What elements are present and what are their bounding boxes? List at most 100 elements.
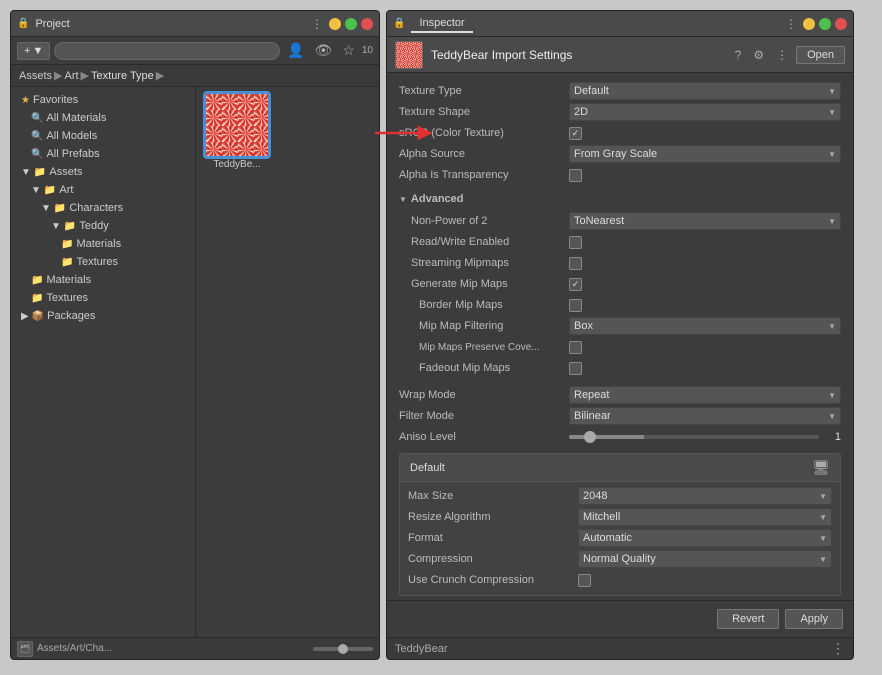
fadeout-mipmaps-checkbox[interactable] <box>569 362 582 375</box>
project-titlebar: 🔒 Project ⋮ <box>11 11 379 37</box>
nonpow2-dropdown[interactable]: ToNearest ▼ <box>569 212 841 230</box>
settings-icon-button[interactable]: ⚙ <box>749 46 768 64</box>
streaming-mipmaps-checkbox[interactable] <box>569 257 582 270</box>
person-icon-button[interactable]: 👤 <box>284 40 307 61</box>
close-button[interactable] <box>361 18 373 30</box>
tree-item-all-materials[interactable]: 🔍 All Materials <box>11 109 195 127</box>
project-toolbar: + ▼ 👤 👁 ☆ 10 <box>11 37 379 65</box>
inspector-tab[interactable]: Inspector <box>411 15 472 33</box>
count-badge: 10 <box>362 45 373 56</box>
inspector-footer: Revert Apply <box>387 600 853 637</box>
texture-type-value: Default ▼ <box>569 82 841 100</box>
filter-mode-dropdown[interactable]: Bilinear ▼ <box>569 407 841 425</box>
apply-button[interactable]: Apply <box>785 609 843 629</box>
resize-algorithm-dropdown-arrow: ▼ <box>819 513 827 522</box>
open-button[interactable]: Open <box>796 46 845 64</box>
crunch-compression-checkbox[interactable] <box>578 574 591 587</box>
tree-item-assets[interactable]: ▼ 📁 Assets <box>11 163 195 181</box>
resize-algorithm-dropdown[interactable]: Mitchell ▼ <box>578 508 832 526</box>
mipmaps-preserve-checkbox[interactable] <box>569 341 582 354</box>
mipmap-filtering-dropdown[interactable]: Box ▼ <box>569 317 841 335</box>
compression-label: Compression <box>408 553 578 565</box>
zoom-slider[interactable] <box>313 647 373 651</box>
header-actions: ? ⚙ ⋮ Open <box>731 46 845 64</box>
inspector-maximize-button[interactable] <box>819 18 831 30</box>
lock-icon: 🔒 <box>17 18 29 29</box>
mipmap-filtering-row: Mip Map Filtering Box ▼ <box>399 316 841 336</box>
eye-icon-button[interactable]: 👁 <box>312 40 336 61</box>
compression-dropdown[interactable]: Normal Quality ▼ <box>578 550 832 568</box>
mipmap-filtering-dropdown-arrow: ▼ <box>828 322 836 331</box>
teddy-texture-preview <box>206 94 268 156</box>
tree-item-textures[interactable]: 📁 Textures <box>11 289 195 307</box>
texture-type-dropdown-text: Default <box>574 85 609 97</box>
textures-label: Textures <box>46 292 88 304</box>
overflow-icon-button[interactable]: ⋮ <box>772 46 792 64</box>
inspector-minimize-button[interactable] <box>803 18 815 30</box>
add-button[interactable]: + ▼ <box>17 42 50 60</box>
characters-folder-icon: 📁 <box>54 203 66 214</box>
packages-triangle: ▶ <box>21 311 29 322</box>
tree-item-characters[interactable]: ▼ 📁 Characters <box>11 199 195 217</box>
tree-item-packages[interactable]: ▶ 📦 Packages <box>11 307 195 325</box>
tree-item-art[interactable]: ▼ 📁 Art <box>11 181 195 199</box>
asset-item-teddybear[interactable]: TeddyBe... <box>202 93 272 170</box>
compression-dropdown-arrow: ▼ <box>819 555 827 564</box>
inspector-close-button[interactable] <box>835 18 847 30</box>
breadcrumb-art[interactable]: Art <box>64 70 78 82</box>
srgb-row: sRGB (Color Texture) <box>399 123 841 143</box>
asset-grid: TeddyBe... <box>196 87 379 637</box>
materials-folder-icon: 📁 <box>31 275 43 286</box>
generate-mipmaps-checkbox[interactable] <box>569 278 582 291</box>
texture-shape-value: 2D ▼ <box>569 103 841 121</box>
help-icon-button[interactable]: ? <box>731 46 746 64</box>
search-input[interactable] <box>54 42 280 60</box>
format-value: Automatic ▼ <box>578 529 832 547</box>
breadcrumb-assets[interactable]: Assets <box>19 70 52 82</box>
advanced-section-header[interactable]: ▼ Advanced <box>399 189 841 209</box>
wrap-mode-label: Wrap Mode <box>399 389 569 401</box>
crunch-compression-label: Use Crunch Compression <box>408 574 578 586</box>
tree-item-teddy-textures[interactable]: 📁 Textures <box>11 253 195 271</box>
texture-type-dropdown[interactable]: Default ▼ <box>569 82 841 100</box>
characters-triangle: ▼ <box>41 203 51 214</box>
tree-item-teddy-materials[interactable]: 📁 Materials <box>11 235 195 253</box>
texture-shape-label: Texture Shape <box>399 106 569 118</box>
tree-item-all-prefabs[interactable]: 🔍 All Prefabs <box>11 145 195 163</box>
asset-thumbnail <box>205 93 269 157</box>
resize-algorithm-value: Mitchell ▼ <box>578 508 832 526</box>
tree-item-materials[interactable]: 📁 Materials <box>11 271 195 289</box>
srgb-checkbox[interactable] <box>569 127 582 140</box>
texture-shape-dropdown[interactable]: 2D ▼ <box>569 103 841 121</box>
tree-item-teddy[interactable]: ▼ 📁 Teddy <box>11 217 195 235</box>
minimize-button[interactable] <box>329 18 341 30</box>
bottombar-menu-button[interactable]: ⋮ <box>831 640 845 657</box>
favorites-label: Favorites <box>33 94 78 106</box>
resize-algorithm-label: Resize Algorithm <box>408 511 578 523</box>
aniso-slider[interactable] <box>569 435 819 439</box>
revert-button[interactable]: Revert <box>717 609 779 629</box>
nonpow2-row: Non-Power of 2 ToNearest ▼ <box>399 211 841 231</box>
border-mipmaps-checkbox[interactable] <box>569 299 582 312</box>
star-icon-button[interactable]: ☆ <box>339 40 358 61</box>
aniso-row: Aniso Level 1 <box>399 427 841 447</box>
texture-shape-row: Texture Shape 2D ▼ <box>399 102 841 122</box>
maximize-button[interactable] <box>345 18 357 30</box>
tree-item-all-models[interactable]: 🔍 All Models <box>11 127 195 145</box>
model-icon: 🔍 <box>31 131 43 142</box>
alpha-transparency-checkbox[interactable] <box>569 169 582 182</box>
assets-folder-icon: 📁 <box>34 167 46 178</box>
inspector-lock-icon: 🔒 <box>393 18 405 29</box>
format-dropdown[interactable]: Automatic ▼ <box>578 529 832 547</box>
breadcrumb-characters[interactable]: Texture Type <box>91 70 154 82</box>
texture-type-dropdown-arrow: ▼ <box>828 87 836 96</box>
thumb-teddy-pattern <box>396 42 422 68</box>
readwrite-checkbox[interactable] <box>569 236 582 249</box>
statusbar-folder-icon: 🗂 <box>17 641 33 657</box>
max-size-dropdown[interactable]: 2048 ▼ <box>578 487 832 505</box>
tree-item-favorites[interactable]: ★ Favorites <box>11 91 195 109</box>
window-buttons <box>329 18 373 30</box>
alpha-source-dropdown[interactable]: From Gray Scale ▼ <box>569 145 841 163</box>
wrap-mode-dropdown[interactable]: Repeat ▼ <box>569 386 841 404</box>
streaming-mipmaps-row: Streaming Mipmaps <box>399 253 841 273</box>
